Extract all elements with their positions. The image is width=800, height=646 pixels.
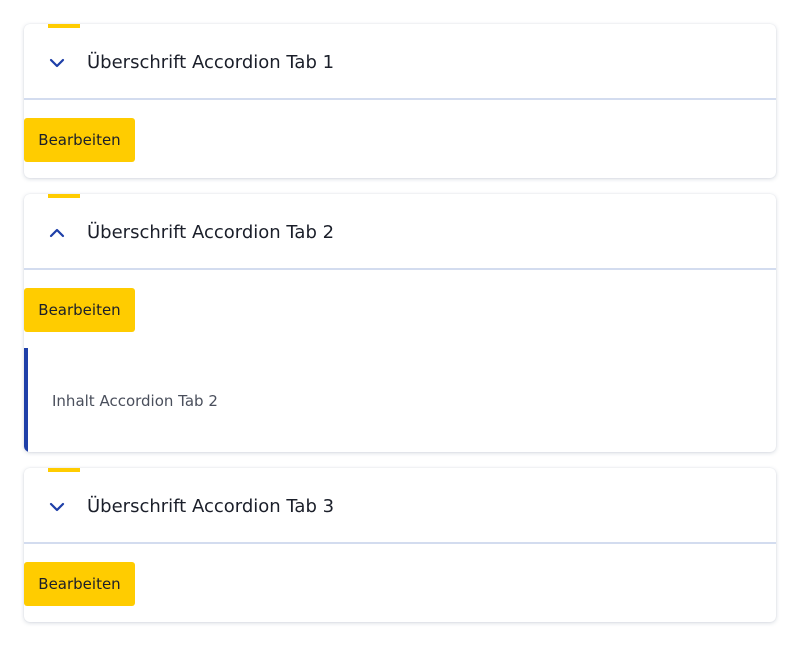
chevron-up-icon: [49, 228, 65, 238]
chevron-down-icon: [49, 502, 65, 512]
accordion-content-panel: Inhalt Accordion Tab 2: [24, 348, 776, 452]
accordion-title: Überschrift Accordion Tab 3: [87, 496, 335, 517]
accordion-header-2[interactable]: Überschrift Accordion Tab 2: [24, 194, 776, 270]
accordion-title: Überschrift Accordion Tab 2: [87, 222, 335, 243]
accordion-header-1[interactable]: Überschrift Accordion Tab 1: [24, 24, 776, 100]
accordion-title: Überschrift Accordion Tab 1: [87, 52, 335, 73]
chevron-down-icon: [49, 58, 65, 68]
edit-button[interactable]: Bearbeiten: [24, 562, 135, 606]
accordion-content-text: Inhalt Accordion Tab 2: [52, 392, 218, 410]
accordion-item-3: Überschrift Accordion Tab 3 Bearbeiten: [24, 468, 776, 622]
edit-button[interactable]: Bearbeiten: [24, 118, 135, 162]
accordion-item-2: Überschrift Accordion Tab 2 Bearbeiten I…: [24, 194, 776, 452]
edit-button[interactable]: Bearbeiten: [24, 288, 135, 332]
accordion-list: Überschrift Accordion Tab 1 Bearbeiten Ü…: [0, 0, 800, 646]
accordion-item-1: Überschrift Accordion Tab 1 Bearbeiten: [24, 24, 776, 178]
accordion-header-3[interactable]: Überschrift Accordion Tab 3: [24, 468, 776, 544]
